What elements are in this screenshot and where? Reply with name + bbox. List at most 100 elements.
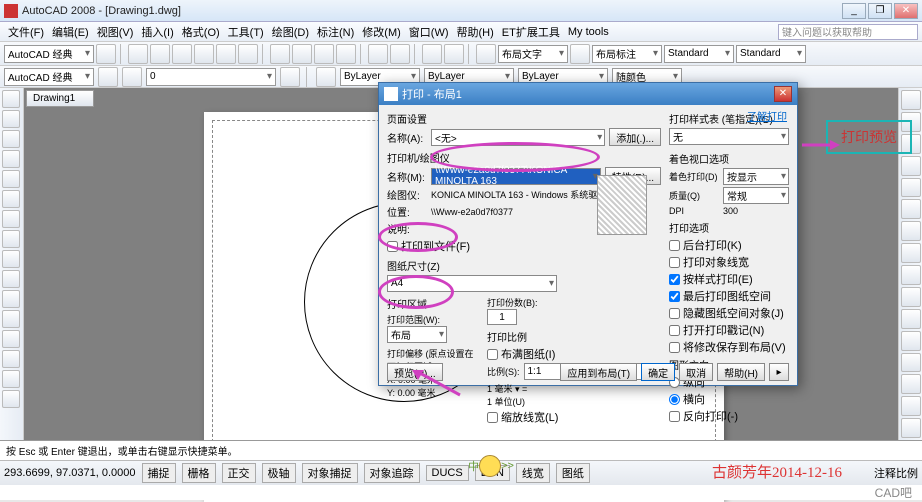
quality-select[interactable]: 常规 xyxy=(723,187,789,204)
scale-lw-checkbox[interactable] xyxy=(487,412,498,423)
circle-icon[interactable] xyxy=(2,210,20,228)
cut-icon[interactable] xyxy=(270,44,290,64)
join-icon[interactable] xyxy=(901,353,921,373)
xline-icon[interactable] xyxy=(2,110,20,128)
point-icon[interactable] xyxy=(2,310,20,328)
ok-button[interactable]: 确定 xyxy=(641,363,675,381)
match-icon[interactable] xyxy=(336,44,356,64)
rect-icon[interactable] xyxy=(2,170,20,188)
papersize-select[interactable]: A4 xyxy=(387,275,557,292)
learn-print-link[interactable]: 了解打印 xyxy=(747,108,787,123)
rotate-icon[interactable] xyxy=(901,221,921,241)
offset-icon[interactable] xyxy=(901,156,921,176)
fit-checkbox[interactable] xyxy=(487,349,498,360)
opt-stamp-checkbox[interactable] xyxy=(669,325,680,336)
reverse-checkbox[interactable] xyxy=(669,411,680,422)
menu-modify[interactable]: 修改(M) xyxy=(358,24,405,40)
workspace-dropdown[interactable]: AutoCAD 经典 xyxy=(4,45,94,63)
tool-icon[interactable] xyxy=(96,44,116,64)
layer-dropdown[interactable]: 0 xyxy=(146,68,276,86)
fillet-icon[interactable] xyxy=(901,396,921,416)
copy-icon[interactable] xyxy=(292,44,312,64)
stretch-icon[interactable] xyxy=(901,265,921,285)
color-icon[interactable] xyxy=(316,67,336,87)
landscape-radio[interactable] xyxy=(669,394,680,405)
opt-lw-checkbox[interactable] xyxy=(669,257,680,268)
lwt-toggle[interactable]: 线宽 xyxy=(516,463,550,483)
otrack-toggle[interactable]: 对象追踪 xyxy=(364,463,420,483)
new-icon[interactable] xyxy=(128,44,148,64)
menu-et[interactable]: ET扩展工具 xyxy=(498,24,564,40)
print-to-file-checkbox[interactable] xyxy=(387,241,398,252)
dimstyle-icon[interactable] xyxy=(570,44,590,64)
region-icon[interactable] xyxy=(2,350,20,368)
opt-style-checkbox[interactable] xyxy=(669,274,680,285)
copies-input[interactable] xyxy=(487,309,517,325)
block-icon[interactable] xyxy=(2,290,20,308)
erase-icon[interactable] xyxy=(901,90,921,110)
line-icon[interactable] xyxy=(2,90,20,108)
table-icon[interactable] xyxy=(2,370,20,388)
open-icon[interactable] xyxy=(150,44,170,64)
dialog-close-button[interactable]: ✕ xyxy=(774,86,792,102)
move-icon[interactable] xyxy=(901,199,921,219)
array-icon[interactable] xyxy=(901,178,921,198)
polygon-icon[interactable] xyxy=(2,150,20,168)
standard1-dropdown[interactable]: Standard xyxy=(664,45,734,63)
menu-view[interactable]: 视图(V) xyxy=(93,24,138,40)
osnap-toggle[interactable]: 对象捕捉 xyxy=(302,463,358,483)
polar-toggle[interactable]: 极轴 xyxy=(262,463,296,483)
publish-icon[interactable] xyxy=(238,44,258,64)
menu-draw[interactable]: 绘图(D) xyxy=(268,24,313,40)
snap-toggle[interactable]: 捕捉 xyxy=(142,463,176,483)
workspace2-dropdown[interactable]: AutoCAD 经典 xyxy=(4,68,94,86)
minimize-button[interactable]: _ xyxy=(842,3,866,19)
plotrange-select[interactable]: 布局 xyxy=(387,326,447,343)
shade-select[interactable]: 按显示 xyxy=(723,168,789,185)
textstyle-icon[interactable] xyxy=(476,44,496,64)
plot-icon[interactable] xyxy=(194,44,214,64)
printer-name-select[interactable]: \\Www-e2a0d7f0377\KONICA MINOLTA 163 xyxy=(431,168,601,185)
mtext-icon[interactable] xyxy=(2,390,20,408)
menu-file[interactable]: 文件(F) xyxy=(4,24,48,40)
standard2-dropdown[interactable]: Standard xyxy=(736,45,806,63)
menu-help[interactable]: 帮助(H) xyxy=(453,24,498,40)
save-icon[interactable] xyxy=(172,44,192,64)
pline-icon[interactable] xyxy=(2,130,20,148)
hatch-icon[interactable] xyxy=(2,330,20,348)
undo-icon[interactable] xyxy=(368,44,388,64)
spline-icon[interactable] xyxy=(2,230,20,248)
layeriso-icon[interactable] xyxy=(280,67,300,87)
preview-icon[interactable] xyxy=(216,44,236,64)
redo-icon[interactable] xyxy=(390,44,410,64)
add-pagesetup-button[interactable]: 添加(.)... xyxy=(609,128,661,146)
grid-toggle[interactable]: 栅格 xyxy=(182,463,216,483)
explode-icon[interactable] xyxy=(901,418,921,438)
menu-dim[interactable]: 标注(N) xyxy=(313,24,358,40)
plotstyle-select[interactable]: 无 xyxy=(669,128,789,145)
arc-icon[interactable] xyxy=(2,190,20,208)
pagesetup-name-select[interactable]: <无> xyxy=(431,129,605,146)
layerp-icon[interactable] xyxy=(122,67,142,87)
menu-insert[interactable]: 插入(I) xyxy=(137,24,177,40)
opt-bg-checkbox[interactable] xyxy=(669,240,680,251)
menu-mytools[interactable]: My tools xyxy=(564,26,613,38)
help-search[interactable]: 键入问题以获取帮助 xyxy=(778,24,918,40)
help-button[interactable]: 帮助(H) xyxy=(717,363,765,381)
zoom-icon[interactable] xyxy=(444,44,464,64)
menu-window[interactable]: 窗口(W) xyxy=(405,24,453,40)
apply-layout-button[interactable]: 应用到布局(T) xyxy=(560,363,637,381)
opt-hide-checkbox[interactable] xyxy=(669,308,680,319)
dialog-titlebar[interactable]: 打印 - 布局1 ✕ xyxy=(379,83,797,105)
file-tab[interactable]: Drawing1 xyxy=(26,90,94,107)
paper-toggle[interactable]: 图纸 xyxy=(556,463,590,483)
menu-edit[interactable]: 编辑(E) xyxy=(48,24,93,40)
chamfer-icon[interactable] xyxy=(901,374,921,394)
paste-icon[interactable] xyxy=(314,44,334,64)
cancel-button[interactable]: 取消 xyxy=(679,363,713,381)
layer-icon[interactable] xyxy=(98,67,118,87)
menu-format[interactable]: 格式(O) xyxy=(178,24,224,40)
ellipse-icon[interactable] xyxy=(2,250,20,268)
pan-icon[interactable] xyxy=(422,44,442,64)
maximize-button[interactable]: ❐ xyxy=(868,3,892,19)
